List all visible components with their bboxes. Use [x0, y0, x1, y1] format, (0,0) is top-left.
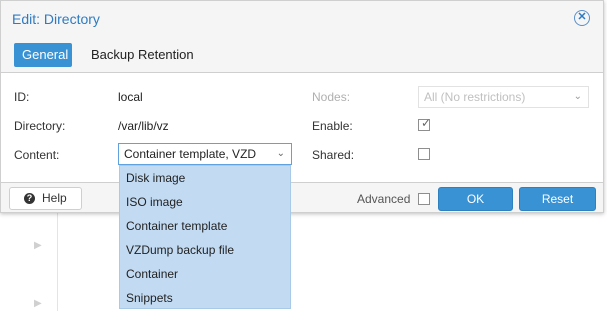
content-select-value: Container template, VZD [124, 147, 257, 161]
tab-general[interactable]: General [14, 43, 72, 67]
chevron-down-icon: ⌄ [573, 91, 582, 102]
directory-label: Directory: [14, 119, 66, 133]
id-label: ID: [14, 90, 30, 104]
dropdown-option-iso-image[interactable]: ISO image [126, 190, 183, 214]
shared-checkbox[interactable] [418, 148, 430, 160]
advanced-label: Advanced [357, 192, 411, 206]
dropdown-option-disk-image[interactable]: Disk image [126, 166, 185, 190]
enable-checkbox[interactable]: ✓ [418, 116, 432, 131]
tree-expand-icon[interactable]: ▶ [34, 240, 42, 251]
nodes-label: Nodes: [312, 90, 351, 104]
dropdown-option-vzdump-backup-file[interactable]: VZDump backup file [126, 238, 234, 262]
dialog-title-bar: Edit: Directory ✕ [1, 1, 603, 37]
dialog-title: Edit: Directory [12, 11, 100, 27]
content-dropdown-list: Disk image ISO image Container template … [119, 165, 291, 309]
nodes-select-value: All (No restrictions) [424, 90, 526, 104]
enable-label: Enable: [312, 119, 353, 133]
checkmark-icon: ✓ [421, 116, 432, 130]
background-divider [57, 210, 58, 311]
ok-button[interactable]: OK [438, 187, 513, 211]
id-value: local [118, 90, 143, 104]
directory-value: /var/lib/vz [118, 119, 169, 133]
tree-expand-icon[interactable]: ▶ [34, 298, 42, 309]
content-label: Content: [14, 148, 60, 162]
dropdown-option-container-template[interactable]: Container template [126, 214, 227, 238]
edit-directory-dialog: Edit: Directory ✕ General Backup Retenti… [0, 0, 604, 213]
dropdown-option-container[interactable]: Container [126, 262, 178, 286]
help-icon: ? [24, 193, 35, 204]
nodes-select[interactable]: All (No restrictions) ⌄ [418, 86, 589, 108]
content-select[interactable]: Container template, VZD ⌄ [118, 143, 292, 165]
shared-label: Shared: [312, 148, 355, 162]
dropdown-option-snippets[interactable]: Snippets [126, 286, 173, 310]
help-button-label: Help [42, 191, 67, 205]
chevron-down-icon[interactable]: ⌄ [277, 144, 285, 164]
tab-backup-retention[interactable]: Backup Retention [83, 43, 202, 67]
advanced-checkbox[interactable] [418, 193, 430, 205]
help-button[interactable]: ? Help [9, 187, 82, 210]
reset-button[interactable]: Reset [519, 187, 596, 211]
tab-bar: General Backup Retention [1, 37, 603, 73]
close-icon[interactable]: ✕ [574, 10, 590, 26]
